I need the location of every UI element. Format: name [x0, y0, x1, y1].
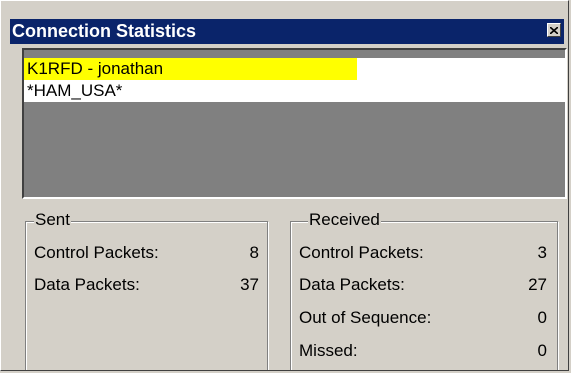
- received-missed-row: Missed: 0: [291, 339, 557, 363]
- sent-legend: Sent: [34, 210, 71, 230]
- sent-group: Sent Control Packets: 8 Data Packets: 37: [25, 210, 268, 370]
- received-control-packets-row: Control Packets: 3: [291, 241, 557, 265]
- list-item-label: *HAM_USA*: [27, 81, 123, 100]
- stat-label: Control Packets:: [34, 243, 159, 262]
- stat-label: Control Packets:: [299, 243, 424, 262]
- received-group: Received Control Packets: 3 Data Packets…: [290, 210, 558, 370]
- close-button[interactable]: [547, 23, 561, 37]
- sent-control-packets-row: Control Packets: 8: [26, 241, 267, 265]
- connection-statistics-window: Connection Statistics K1RFD - jonathan *…: [0, 0, 569, 371]
- stat-value: 0: [537, 308, 547, 327]
- stat-value: 0: [537, 341, 547, 360]
- stat-label: Data Packets:: [299, 275, 405, 294]
- stat-label: Out of Sequence:: [299, 308, 432, 327]
- stat-label: Missed:: [299, 341, 358, 360]
- stat-value: 27: [528, 275, 547, 294]
- sent-data-packets-row: Data Packets: 37: [26, 273, 267, 297]
- list-item[interactable]: K1RFD - jonathan: [24, 58, 565, 80]
- list-item[interactable]: *HAM_USA*: [24, 80, 565, 102]
- received-data-packets-row: Data Packets: 27: [291, 273, 557, 297]
- list-item-label: K1RFD - jonathan: [27, 59, 164, 78]
- connection-list[interactable]: K1RFD - jonathan *HAM_USA*: [22, 48, 567, 199]
- stat-value: 37: [240, 275, 259, 294]
- stat-label: Data Packets:: [34, 275, 140, 294]
- title-bar[interactable]: Connection Statistics: [10, 19, 564, 44]
- received-out-of-sequence-row: Out of Sequence: 0: [291, 306, 557, 330]
- stat-value: 8: [249, 243, 259, 262]
- stat-value: 3: [537, 243, 547, 262]
- close-icon: [550, 26, 558, 34]
- received-legend: Received: [308, 210, 381, 230]
- window-title: Connection Statistics: [12, 21, 197, 41]
